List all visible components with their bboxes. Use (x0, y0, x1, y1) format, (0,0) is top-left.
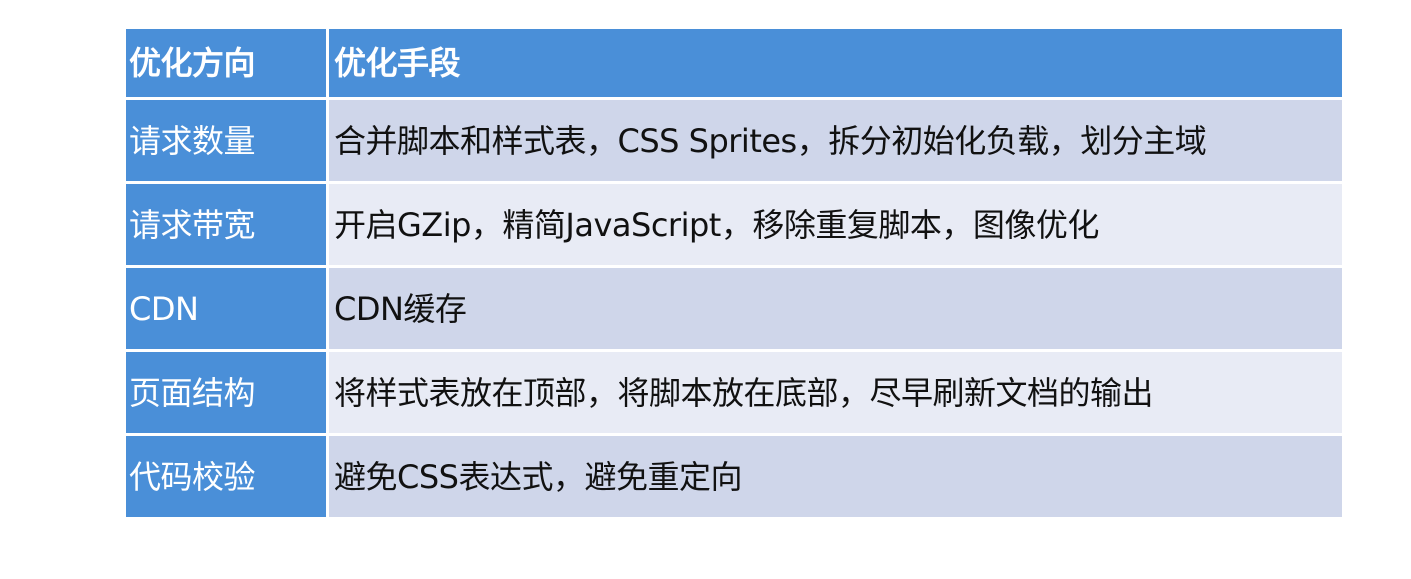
row-method-cell: 合并脚本和样式表，CSS Sprites，拆分初始化负载，划分主域 (329, 100, 1342, 184)
row-direction-cell: 页面结构 (126, 352, 329, 436)
row-method-cell: 避免CSS表达式，避免重定向 (329, 436, 1342, 517)
table-header-row: 优化方向 优化手段 (126, 29, 1342, 100)
row-direction-cell: 代码校验 (126, 436, 329, 517)
table-row: 页面结构 将样式表放在顶部，将脚本放在底部，尽早刷新文档的输出 (126, 352, 1342, 436)
table-row: CDN CDN缓存 (126, 268, 1342, 352)
row-direction-cell: 请求带宽 (126, 184, 329, 268)
row-direction-cell: CDN (126, 268, 329, 352)
row-method-cell: 将样式表放在顶部，将脚本放在底部，尽早刷新文档的输出 (329, 352, 1342, 436)
table-row: 请求带宽 开启GZip，精简JavaScript，移除重复脚本，图像优化 (126, 184, 1342, 268)
row-method-cell: 开启GZip，精简JavaScript，移除重复脚本，图像优化 (329, 184, 1342, 268)
optimization-table: 优化方向 优化手段 请求数量 合并脚本和样式表，CSS Sprites，拆分初始… (126, 29, 1342, 517)
table-row: 代码校验 避免CSS表达式，避免重定向 (126, 436, 1342, 517)
row-method-cell: CDN缓存 (329, 268, 1342, 352)
row-direction-cell: 请求数量 (126, 100, 329, 184)
table-row: 请求数量 合并脚本和样式表，CSS Sprites，拆分初始化负载，划分主域 (126, 100, 1342, 184)
header-direction: 优化方向 (126, 29, 329, 100)
header-method: 优化手段 (329, 29, 1342, 100)
